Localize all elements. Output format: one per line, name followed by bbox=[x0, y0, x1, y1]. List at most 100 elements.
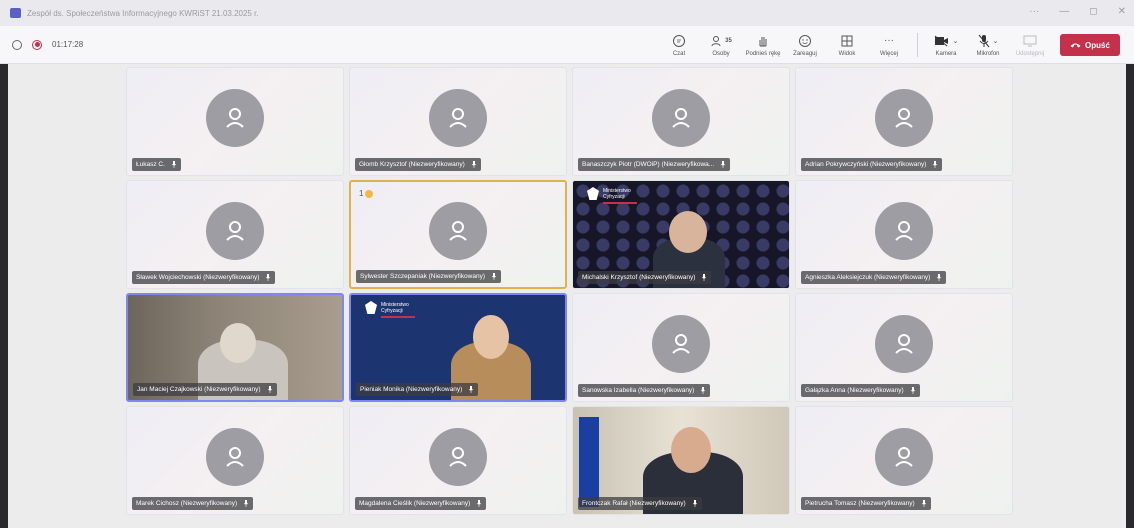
participant-tile[interactable]: Agnieszka Aleksiejczuk (Niezweryfikowany… bbox=[795, 180, 1013, 289]
participant-name: Pieniak Monika (Niezweryfikowany) bbox=[356, 383, 479, 396]
participant-name: Marek Cichosz (Niezweryfikowany) bbox=[132, 497, 254, 510]
participant-name: Sanowska Izabella (Niezweryfikowany) bbox=[578, 384, 711, 397]
more-options-icon[interactable]: ··· bbox=[1029, 6, 1039, 17]
participant-tile[interactable]: Frontczak Rafał (Niezweryfikowany) bbox=[572, 406, 790, 515]
participant-name: Łukasz C. bbox=[132, 158, 181, 171]
share-button[interactable]: Udostępnij bbox=[1012, 29, 1048, 61]
toolbar-actions: Czat 35 Osoby Podnieś rękę Zareaguj Wido… bbox=[661, 29, 1120, 61]
ellipsis-icon: ··· bbox=[884, 35, 894, 46]
share-screen-icon bbox=[1023, 35, 1037, 46]
video-grid: Łukasz C. Głomb Krzysztof (Niezweryfikow… bbox=[0, 64, 1134, 528]
mic-icon bbox=[477, 500, 482, 507]
avatar-icon bbox=[652, 88, 710, 147]
chevron-down-icon: ⌄ bbox=[952, 37, 959, 45]
participant-name: Frontczak Rafał (Niezweryfikowany) bbox=[578, 497, 702, 510]
grid-icon bbox=[841, 35, 853, 46]
chevron-down-icon: ⌄ bbox=[992, 37, 999, 45]
mic-icon bbox=[720, 161, 726, 168]
mic-icon bbox=[266, 274, 271, 281]
avatar-icon bbox=[429, 88, 487, 147]
chat-button[interactable]: Czat bbox=[661, 29, 697, 61]
avatar-icon bbox=[875, 427, 933, 486]
mic-icon bbox=[937, 274, 942, 281]
person-face bbox=[669, 211, 707, 253]
teams-icon bbox=[10, 8, 21, 18]
participant-tile[interactable]: Głomb Krzysztof (Niezweryfikowany) bbox=[349, 67, 567, 176]
window-title: Zespół ds. Społeczeństwa Informacyjnego … bbox=[27, 8, 259, 18]
close-icon[interactable]: ✕ bbox=[1118, 6, 1126, 17]
title-bar: Zespół ds. Społeczeństwa Informacyjnego … bbox=[0, 0, 1134, 26]
hand-icon bbox=[759, 36, 767, 46]
participant-name: Sylwester Szczepaniak (Niezweryfikowany) bbox=[356, 270, 501, 283]
ministry-logo: Ministerstwo Cyfryzacji bbox=[587, 187, 637, 204]
participant-name: Agnieszka Aleksiejczuk (Niezweryfikowany… bbox=[801, 271, 947, 284]
people-icon bbox=[711, 35, 721, 46]
hang-up-icon bbox=[1070, 43, 1081, 48]
ministry-logo: Ministerstwo Cyfryzacji bbox=[365, 301, 415, 318]
participant-tile[interactable]: Magdalena Cieślik (Niezweryfikowany) bbox=[349, 406, 567, 515]
mic-off-icon bbox=[978, 34, 989, 47]
participant-tile[interactable]: Sanowska Izabella (Niezweryfikowany) bbox=[572, 293, 790, 402]
avatar-icon bbox=[206, 88, 264, 147]
participant-name: Michalski Krzysztof (Niezweryfikowany) bbox=[578, 271, 712, 284]
toolbar-divider bbox=[917, 33, 918, 57]
avatar-icon bbox=[206, 201, 264, 260]
participant-name: Banaszczyk Piotr (DWOiP) (Niezweryfikowa… bbox=[578, 158, 731, 171]
people-button[interactable]: 35 Osoby bbox=[703, 29, 739, 61]
participant-tile[interactable]: Gałązka Anna (Niezweryfikowany) bbox=[795, 293, 1013, 402]
mic-icon bbox=[702, 274, 707, 281]
react-button[interactable]: Zareaguj bbox=[787, 29, 823, 61]
participant-name: Gałązka Anna (Niezweryfikowany) bbox=[801, 384, 920, 397]
mic-icon bbox=[267, 386, 272, 393]
eagle-icon bbox=[587, 187, 599, 200]
eu-flag bbox=[579, 417, 599, 507]
chat-icon bbox=[673, 34, 685, 47]
avatar-icon bbox=[652, 314, 710, 373]
avatar-icon bbox=[206, 427, 264, 486]
mic-icon bbox=[471, 161, 477, 168]
mic-icon bbox=[701, 387, 706, 394]
camera-button[interactable]: ⌄ Kamera bbox=[928, 29, 964, 61]
mic-icon bbox=[692, 500, 697, 507]
raised-hand-badge: 1 bbox=[359, 189, 374, 198]
raise-hand-button[interactable]: Podnieś rękę bbox=[745, 29, 781, 61]
recording-icon bbox=[32, 39, 42, 50]
participant-tile[interactable]: Ministerstwo Cyfryzacji Michalski Krzyszt… bbox=[572, 180, 790, 289]
avatar-icon bbox=[429, 427, 487, 486]
view-button[interactable]: Widok bbox=[829, 29, 865, 61]
mic-icon bbox=[468, 386, 474, 393]
participant-tile[interactable]: Sławek Wojciechowski (Niezweryfikowany) bbox=[126, 180, 344, 289]
participant-tile[interactable]: Marek Cichosz (Niezweryfikowany) bbox=[126, 406, 344, 515]
raised-hand-icon bbox=[365, 189, 374, 198]
people-count: 35 bbox=[725, 37, 732, 44]
mic-icon bbox=[933, 161, 938, 168]
participant-tile[interactable]: Adrian Pokrywczyński (Niezweryfikowany) bbox=[795, 67, 1013, 176]
participant-tile[interactable]: Banaszczyk Piotr (DWOiP) (Niezweryfikowa… bbox=[572, 67, 790, 176]
minimize-icon[interactable]: — bbox=[1059, 6, 1069, 17]
eagle-icon bbox=[365, 301, 377, 314]
avatar-icon bbox=[875, 201, 933, 260]
participant-name: Pietrucha Tomasz (Niezweryfikowany) bbox=[801, 497, 931, 510]
maximize-icon[interactable]: ◻ bbox=[1089, 6, 1097, 17]
camera-off-icon bbox=[934, 35, 948, 46]
participant-name: Magdalena Cieślik (Niezweryfikowany) bbox=[355, 497, 487, 510]
participant-tile[interactable]: Jan Maciej Czajkowski (Niezweryfikowany) bbox=[126, 293, 344, 402]
participant-name: Głomb Krzysztof (Niezweryfikowany) bbox=[355, 158, 481, 171]
participant-tile[interactable]: 1 Sylwester Szczepaniak (Niezweryfikowan… bbox=[349, 180, 567, 289]
smile-icon bbox=[799, 34, 811, 47]
participant-tile[interactable]: Ministerstwo Cyfryzacji Pieniak Monika (N… bbox=[349, 293, 567, 402]
avatar-icon bbox=[429, 201, 487, 260]
mic-icon bbox=[491, 273, 497, 280]
mic-icon bbox=[921, 500, 926, 507]
mic-button[interactable]: ⌄ Mikrofon bbox=[970, 29, 1006, 61]
window-controls: ··· — ◻ ✕ bbox=[1029, 6, 1126, 17]
mic-icon bbox=[910, 387, 915, 394]
shield-icon bbox=[12, 39, 22, 50]
more-button[interactable]: ··· Więcej bbox=[871, 29, 907, 61]
person-face bbox=[220, 323, 256, 363]
participant-tile[interactable]: Pietrucha Tomasz (Niezweryfikowany) bbox=[795, 406, 1013, 515]
meeting-toolbar: 01:17:28 Czat 35 Osoby Podnieś rękę Zare… bbox=[0, 26, 1134, 64]
leave-button[interactable]: Opuść bbox=[1060, 34, 1120, 56]
participant-tile[interactable]: Łukasz C. bbox=[126, 67, 344, 176]
participant-name: Adrian Pokrywczyński (Niezweryfikowany) bbox=[801, 158, 943, 171]
